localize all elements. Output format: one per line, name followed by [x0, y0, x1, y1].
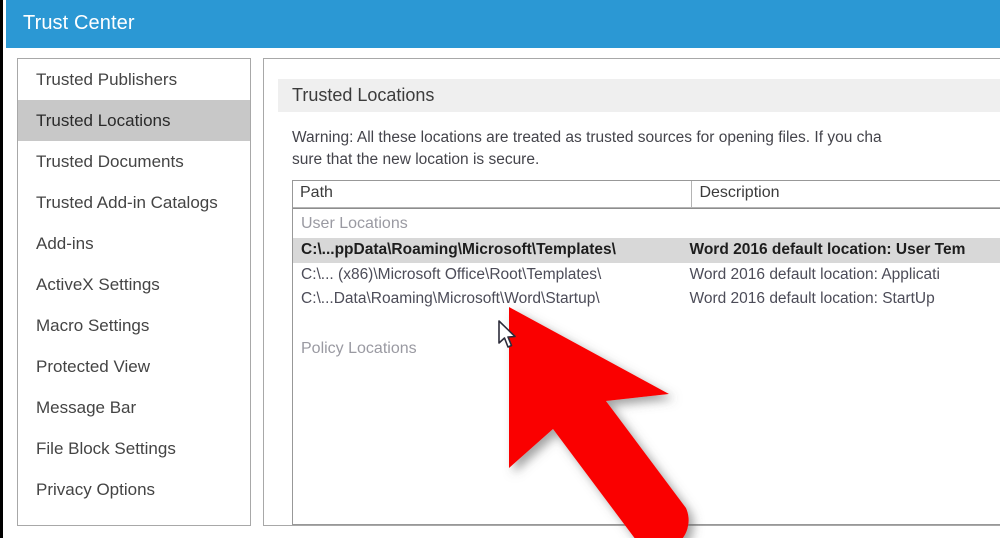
cell-description: Word 2016 default location: User Tem — [689, 241, 966, 259]
cell-path: C:\... (x86)\Microsoft Office\Root\Templ… — [301, 265, 602, 283]
sidebar-item-trusted-locations[interactable]: Trusted Locations — [18, 100, 250, 141]
trust-center-dialog: Trust Center Trusted Publishers Trusted L… — [0, 0, 1000, 538]
group-header: User Locations — [301, 215, 408, 232]
sidebar-item-trusted-add-in-catalogs[interactable]: Trusted Add-in Catalogs — [18, 182, 250, 223]
main-panel: Trusted Locations Warning: All these loc… — [263, 58, 1000, 526]
sidebar-item-macro-settings[interactable]: Macro Settings — [18, 305, 250, 346]
section-title: Trusted Locations — [292, 85, 435, 105]
table-header-row[interactable]: Path Description — [293, 181, 1000, 209]
table-row[interactable]: C:\...Data\Roaming\Microsoft\Word\Startu… — [293, 287, 1000, 312]
category-list[interactable]: Trusted Publishers Trusted Locations Trust… — [17, 58, 251, 526]
cell-description: Word 2016 default location: Applicati — [689, 265, 940, 283]
sidebar-item-add-ins[interactable]: Add-ins — [18, 223, 250, 264]
window-title: Trust Center — [23, 12, 135, 34]
cell-path: C:\...Data\Roaming\Microsoft\Word\Startu… — [301, 290, 600, 308]
group-header: Policy Locations — [301, 339, 417, 357]
sidebar-item-message-bar[interactable]: Message Bar — [18, 387, 250, 428]
sidebar-item-protected-view[interactable]: Protected View — [18, 346, 250, 387]
sidebar-item-file-block-settings[interactable]: File Block Settings — [18, 428, 250, 469]
sidebar-item-trusted-documents[interactable]: Trusted Documents — [18, 141, 250, 182]
trusted-locations-table[interactable]: Path Description User Locations C:\...ppD… — [292, 180, 1000, 525]
sidebar-item-activex-settings[interactable]: ActiveX Settings — [18, 264, 250, 305]
table-row[interactable]: C:\... (x86)\Microsoft Office\Root\Templ… — [293, 263, 1000, 288]
table-row[interactable]: C:\...ppData\Roaming\Microsoft\Templates… — [293, 238, 1000, 263]
cell-path: C:\...ppData\Roaming\Microsoft\Templates… — [301, 241, 616, 259]
cell-description: Word 2016 default location: StartUp — [689, 290, 935, 308]
table-body: User Locations C:\...ppData\Roaming\Micro… — [293, 209, 1000, 363]
title-bar: Trust Center — [6, 0, 1000, 48]
warning-text-line2: sure that the new location is secure. — [292, 151, 540, 168]
column-header-description[interactable]: Description — [692, 181, 1000, 208]
column-header-path[interactable]: Path — [293, 181, 693, 208]
sidebar-item-trusted-publishers[interactable]: Trusted Publishers — [18, 59, 250, 100]
sidebar-item-privacy-options[interactable]: Privacy Options — [18, 469, 250, 510]
section-header-bar: Trusted Locations — [278, 79, 1000, 112]
warning-text-line1: Warning: All these locations are treated… — [292, 129, 882, 146]
